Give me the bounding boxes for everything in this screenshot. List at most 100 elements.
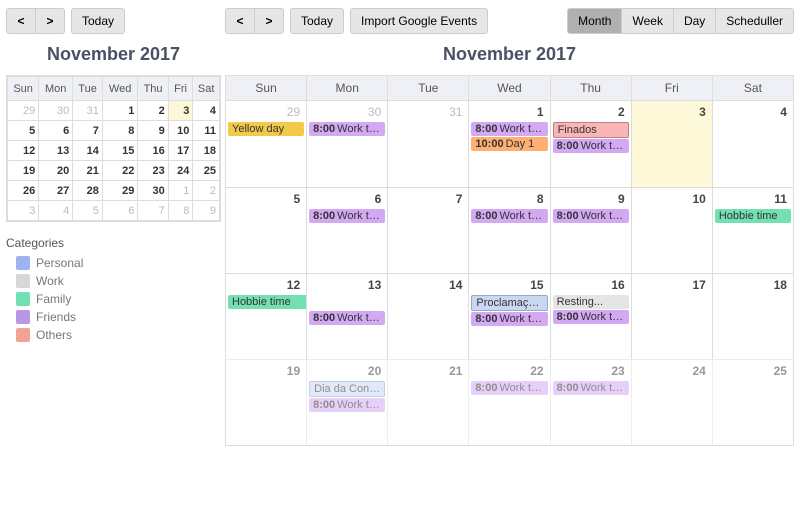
import-button[interactable]: Import Google Events: [350, 8, 488, 34]
calendar-day[interactable]: 68:00Work time: [306, 187, 387, 273]
mini-day[interactable]: 9: [138, 121, 168, 141]
calendar-day[interactable]: 5: [226, 187, 306, 273]
category-item[interactable]: Others: [16, 328, 221, 342]
event[interactable]: Hobbie time: [228, 295, 306, 309]
category-item[interactable]: Family: [16, 292, 221, 306]
event[interactable]: Hobbie time: [715, 209, 791, 223]
mini-day[interactable]: 3: [8, 201, 39, 221]
view-day[interactable]: Day: [673, 8, 716, 34]
mini-day[interactable]: 27: [39, 181, 73, 201]
mini-day[interactable]: 16: [138, 141, 168, 161]
mini-day[interactable]: 12: [8, 141, 39, 161]
mini-day[interactable]: 6: [39, 121, 73, 141]
event[interactable]: 8:00Work time: [309, 311, 385, 325]
calendar-day[interactable]: 3: [631, 101, 712, 187]
mini-day[interactable]: 7: [73, 121, 103, 141]
mini-day[interactable]: 30: [138, 181, 168, 201]
calendar-day[interactable]: 16Resting...8:00Work time: [550, 273, 631, 359]
category-item[interactable]: Personal: [16, 256, 221, 270]
big-prev-button[interactable]: <: [225, 8, 255, 34]
mini-next-button[interactable]: >: [35, 8, 65, 34]
mini-day[interactable]: 22: [102, 161, 138, 181]
calendar-day[interactable]: 18:00Work time10:00Day 1: [468, 101, 549, 187]
mini-day[interactable]: 5: [73, 201, 103, 221]
category-item[interactable]: Friends: [16, 310, 221, 324]
mini-day[interactable]: 15: [102, 141, 138, 161]
calendar-day[interactable]: 88:00Work time: [468, 187, 549, 273]
calendar-day[interactable]: 19: [226, 359, 306, 445]
calendar-day[interactable]: 29Yellow day: [226, 101, 306, 187]
calendar-day[interactable]: 18: [712, 273, 793, 359]
mini-day[interactable]: 1: [168, 181, 193, 201]
view-month[interactable]: Month: [567, 8, 622, 34]
mini-prev-button[interactable]: <: [6, 8, 36, 34]
calendar-day[interactable]: 31: [387, 101, 468, 187]
mini-day[interactable]: 4: [193, 101, 220, 121]
mini-day[interactable]: 30: [39, 101, 73, 121]
calendar-day[interactable]: 98:00Work time: [550, 187, 631, 273]
mini-day[interactable]: 5: [8, 121, 39, 141]
mini-day[interactable]: 29: [102, 181, 138, 201]
mini-day[interactable]: 25: [193, 161, 220, 181]
mini-day[interactable]: 3: [168, 101, 193, 121]
view-week[interactable]: Week: [621, 8, 673, 34]
mini-day[interactable]: 26: [8, 181, 39, 201]
event[interactable]: Resting...: [553, 295, 629, 309]
calendar-day[interactable]: 17: [631, 273, 712, 359]
event[interactable]: Proclamação da: [471, 295, 547, 311]
calendar-day[interactable]: 10: [631, 187, 712, 273]
calendar-day[interactable]: 25: [712, 359, 793, 445]
mini-day[interactable]: 28: [73, 181, 103, 201]
view-scheduler[interactable]: Scheduller: [715, 8, 794, 34]
mini-day[interactable]: 6: [102, 201, 138, 221]
mini-day[interactable]: 31: [73, 101, 103, 121]
calendar-day[interactable]: 308:00Work time: [306, 101, 387, 187]
mini-today-button[interactable]: Today: [71, 8, 125, 34]
mini-day[interactable]: 23: [138, 161, 168, 181]
event[interactable]: 10:00Day 1: [471, 137, 547, 151]
event[interactable]: Dia da Consciên: [309, 381, 385, 397]
mini-day[interactable]: 8: [102, 121, 138, 141]
calendar-day[interactable]: 2Finados8:00Work time: [550, 101, 631, 187]
event[interactable]: 8:00Work time: [471, 209, 547, 223]
mini-day[interactable]: 14: [73, 141, 103, 161]
mini-day[interactable]: 10: [168, 121, 193, 141]
calendar-day[interactable]: 20Dia da Consciên8:00Work time: [306, 359, 387, 445]
calendar-day[interactable]: 15Proclamação da8:00Work time: [468, 273, 549, 359]
event[interactable]: Finados: [553, 122, 629, 138]
event[interactable]: 8:00Work time: [309, 398, 385, 412]
mini-day[interactable]: 29: [8, 101, 39, 121]
event[interactable]: 8:00Work time: [553, 139, 629, 153]
mini-day[interactable]: 11: [193, 121, 220, 141]
event[interactable]: 8:00Work time: [309, 122, 385, 136]
mini-day[interactable]: 13: [39, 141, 73, 161]
big-calendar[interactable]: SunMonTueWedThuFriSat 29Yellow day308:00…: [225, 75, 794, 446]
event[interactable]: 8:00Work time: [553, 209, 629, 223]
calendar-day[interactable]: 7: [387, 187, 468, 273]
calendar-day[interactable]: 228:00Work time: [468, 359, 549, 445]
category-item[interactable]: Work: [16, 274, 221, 288]
big-next-button[interactable]: >: [254, 8, 284, 34]
mini-day[interactable]: 8: [168, 201, 193, 221]
calendar-day[interactable]: 14: [387, 273, 468, 359]
mini-day[interactable]: 9: [193, 201, 220, 221]
calendar-day[interactable]: 24: [631, 359, 712, 445]
event[interactable]: 8:00Work time: [553, 310, 629, 324]
event[interactable]: 8:00Work time: [309, 209, 385, 223]
mini-day[interactable]: 19: [8, 161, 39, 181]
event[interactable]: 8:00Work time: [553, 381, 629, 395]
event[interactable]: 8:00Work time: [471, 312, 547, 326]
calendar-day[interactable]: 12Hobbie time: [226, 273, 306, 359]
calendar-day[interactable]: 138:00Work time: [306, 273, 387, 359]
calendar-day[interactable]: 4: [712, 101, 793, 187]
mini-day[interactable]: 1: [102, 101, 138, 121]
mini-day[interactable]: 24: [168, 161, 193, 181]
mini-day[interactable]: 4: [39, 201, 73, 221]
event[interactable]: Yellow day: [228, 122, 304, 136]
big-today-button[interactable]: Today: [290, 8, 344, 34]
mini-day[interactable]: 2: [193, 181, 220, 201]
mini-day[interactable]: 20: [39, 161, 73, 181]
calendar-day[interactable]: 21: [387, 359, 468, 445]
mini-day[interactable]: 7: [138, 201, 168, 221]
mini-day[interactable]: 18: [193, 141, 220, 161]
